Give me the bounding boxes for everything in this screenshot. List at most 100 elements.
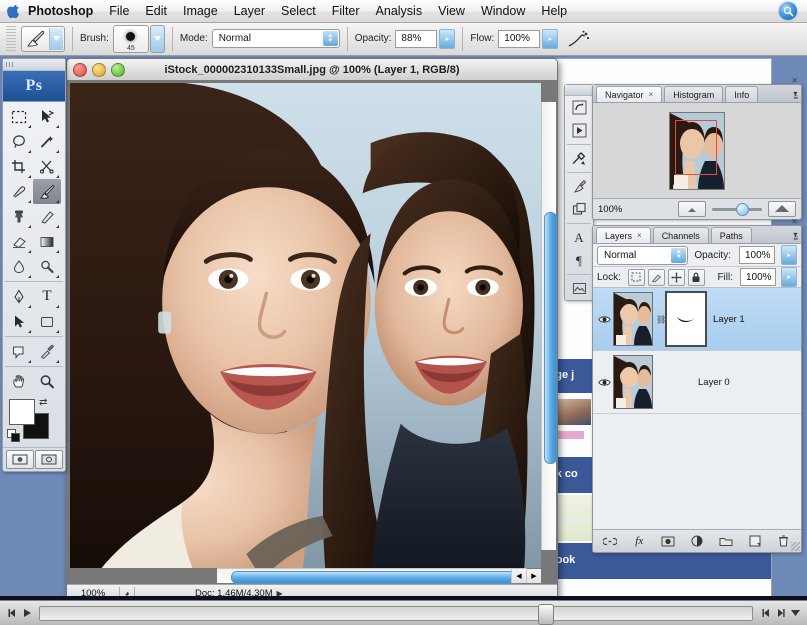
tool-options-bar[interactable]: Brush: 45 Mode: Normal ▲ ▼ Opacity: 88% ▸… xyxy=(0,22,807,56)
pen-tool-icon[interactable] xyxy=(5,284,33,309)
tab-layers[interactable]: Layers × xyxy=(596,227,651,243)
zoom-out-icon[interactable] xyxy=(678,201,707,217)
tab-paths[interactable]: Paths xyxy=(710,227,752,243)
adjustment-layer-icon[interactable] xyxy=(688,533,706,549)
eyedropper-tool-icon[interactable] xyxy=(33,339,61,364)
navigator-zoom-slider[interactable] xyxy=(628,202,672,216)
layer-name[interactable]: Layer 1 xyxy=(713,314,745,325)
tab-histogram[interactable]: Histogram xyxy=(664,86,724,102)
canvas-horizontal-scrollbar[interactable] xyxy=(217,568,527,584)
notes-tool-icon[interactable] xyxy=(5,339,33,364)
blend-mode-select[interactable]: Normal ▲ ▼ xyxy=(597,245,689,265)
fx-icon[interactable]: fx xyxy=(630,533,648,549)
slice-tool-icon[interactable] xyxy=(33,154,61,179)
search-icon[interactable] xyxy=(779,2,797,20)
delete-layer-icon[interactable] xyxy=(774,533,792,549)
image-canvas[interactable] xyxy=(70,83,541,568)
layer-blend-row[interactable]: Normal ▲ ▼ Opacity: 100% ▸ xyxy=(593,244,801,267)
layer-list-empty-area[interactable] xyxy=(593,414,801,529)
history-brush-tool-icon[interactable] xyxy=(33,204,61,229)
brushes-panel-icon[interactable] xyxy=(565,175,593,198)
play-icon[interactable] xyxy=(19,605,34,622)
lock-transparency-icon[interactable] xyxy=(627,268,645,286)
layer-mask-thumbnail[interactable] xyxy=(665,291,707,347)
menu-layer[interactable]: Layer xyxy=(226,0,273,22)
dock-grip[interactable] xyxy=(565,85,593,96)
foreground-color-swatch[interactable] xyxy=(9,399,35,425)
navigator-panel[interactable]: Navigator × Histogram Info ✕ ▾ ≡ 100% xyxy=(592,76,802,220)
layer-name[interactable]: Layer 0 xyxy=(698,377,730,388)
lasso-tool-icon[interactable] xyxy=(5,129,33,154)
menu-help[interactable]: Help xyxy=(533,0,575,22)
opacity-stepper[interactable]: ▸ xyxy=(439,28,456,49)
navigator-zoom-value[interactable]: 100% xyxy=(598,204,622,215)
eraser-tool-icon[interactable] xyxy=(5,229,33,254)
navigator-preview[interactable] xyxy=(593,103,801,199)
tab-channels[interactable]: Channels xyxy=(652,227,709,243)
navigator-tab-bar[interactable]: Navigator × Histogram Info ✕ ▾ ≡ xyxy=(593,76,801,103)
layer-thumbnail[interactable] xyxy=(613,292,653,346)
dodge-tool-icon[interactable] xyxy=(33,254,61,279)
gradient-tool-icon[interactable] xyxy=(33,229,61,254)
menu-image[interactable]: Image xyxy=(175,0,226,22)
video-player-bar[interactable] xyxy=(0,600,807,625)
history-panel-icon[interactable] xyxy=(565,96,593,119)
toolbox[interactable]: Ps T ⇄ xyxy=(2,58,66,472)
quickmask-buttons[interactable] xyxy=(3,447,65,471)
layer-comps-icon[interactable] xyxy=(565,277,593,300)
menu-window[interactable]: Window xyxy=(473,0,533,22)
blur-tool-icon[interactable] xyxy=(5,254,33,279)
brush-preset-picker[interactable]: 45 xyxy=(112,24,149,53)
link-icon[interactable]: ⛓ xyxy=(656,315,666,324)
menu-photoshop[interactable]: Photoshop xyxy=(26,0,101,22)
clone-source-icon[interactable] xyxy=(565,198,593,221)
menu-bar[interactable]: Photoshop File Edit Image Layer Select F… xyxy=(0,0,807,23)
marquee-tool-icon[interactable] xyxy=(5,104,33,129)
default-colors-icon[interactable] xyxy=(7,429,20,442)
document-window[interactable]: iStock_000002310133Small.jpg @ 100% (Lay… xyxy=(66,58,558,602)
lock-image-icon[interactable] xyxy=(647,268,665,286)
layer-thumbnail[interactable] xyxy=(613,355,653,409)
crop-tool-icon[interactable] xyxy=(5,154,33,179)
close-icon[interactable]: × xyxy=(637,231,642,240)
tab-info[interactable]: Info xyxy=(725,86,759,102)
layer-opacity-stepper[interactable]: ▸ xyxy=(781,245,797,265)
menu-select[interactable]: Select xyxy=(273,0,324,22)
layers-panel[interactable]: Layers × Channels Paths ✕ ▾ ≡ Normal ▲ ▼ O… xyxy=(592,217,802,553)
player-progress-track[interactable] xyxy=(39,603,753,625)
panel-resize-grip[interactable] xyxy=(791,542,800,551)
actions-panel-icon[interactable] xyxy=(565,119,593,142)
layer-list[interactable]: ⛓ Layer 1 Layer 0 xyxy=(593,288,801,414)
menu-analysis[interactable]: Analysis xyxy=(368,0,431,22)
standard-mode-icon[interactable] xyxy=(5,450,34,469)
chevron-down-icon[interactable]: ▲ ▼ xyxy=(671,247,687,263)
prev-icon[interactable] xyxy=(758,605,773,622)
table-row[interactable]: Layer 0 xyxy=(593,351,801,414)
lock-position-icon[interactable] xyxy=(667,268,685,286)
lock-all-icon[interactable] xyxy=(687,268,705,286)
character-panel-icon[interactable]: A xyxy=(565,226,593,249)
close-icon[interactable]: × xyxy=(649,90,654,99)
path-selection-tool-icon[interactable] xyxy=(5,309,33,334)
tool-grid[interactable]: T xyxy=(3,102,65,396)
rectangle-tool-icon[interactable] xyxy=(33,309,61,334)
step-back-icon[interactable] xyxy=(4,605,19,622)
apple-icon[interactable] xyxy=(0,4,26,19)
panel-menu-icon[interactable]: ▾ ≡ xyxy=(793,90,798,102)
layer-opacity-input[interactable]: 100% xyxy=(739,246,775,264)
zoom-tool-icon[interactable] xyxy=(33,369,61,394)
layers-panel-footer[interactable]: fx xyxy=(593,529,801,552)
panel-close-icon[interactable]: ✕ xyxy=(791,217,798,226)
tab-navigator[interactable]: Navigator × xyxy=(596,86,663,102)
link-layers-icon[interactable] xyxy=(601,533,619,549)
menu-view[interactable]: View xyxy=(430,0,473,22)
paragraph-panel-icon[interactable]: ¶ xyxy=(565,249,593,272)
move-tool-icon[interactable] xyxy=(33,104,61,129)
opacity-input[interactable]: 88% xyxy=(395,29,438,48)
minimize-icon[interactable] xyxy=(92,62,106,77)
hand-tool-icon[interactable] xyxy=(5,369,33,394)
close-icon[interactable] xyxy=(73,62,87,77)
vertical-scroll-thumb[interactable] xyxy=(544,212,557,464)
swap-colors-icon[interactable]: ⇄ xyxy=(39,397,47,408)
options-bar-grip[interactable] xyxy=(6,25,16,52)
